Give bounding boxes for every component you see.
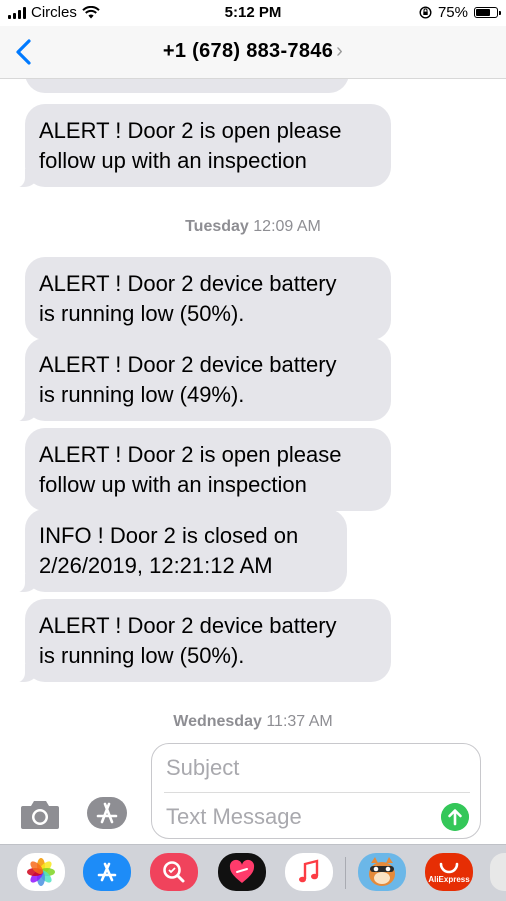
- aliexpress-label: AliExpress: [428, 875, 470, 884]
- aliexpress-app-icon[interactable]: AliExpress: [425, 853, 473, 891]
- message-text: ALERT ! Door 2 device battery is running…: [39, 613, 337, 668]
- battery-group: 75%: [419, 4, 501, 21]
- timestamp-day: Wednesday: [173, 713, 262, 730]
- message-bubble[interactable]: INFO ! Door 2 is closed on 2/26/2019, 12…: [14, 509, 347, 593]
- camera-icon[interactable]: [20, 798, 60, 830]
- message-bubble[interactable]: ALERT ! Door 2 is open please follow up …: [14, 104, 391, 188]
- chevron-right-icon: ›: [336, 40, 344, 62]
- conversation-header: +1 (678) 883-7846 ›: [0, 26, 506, 79]
- timestamp-day: Tuesday: [185, 218, 249, 235]
- message-text: ALERT ! Door 2 is open please follow up …: [39, 442, 342, 497]
- message-bubble[interactable]: ALERT ! Door 2 device battery is running…: [25, 257, 391, 340]
- app-store-app-icon[interactable]: [83, 853, 131, 891]
- music-app-icon[interactable]: [285, 853, 333, 891]
- message-text: INFO ! Door 2 is closed on 2/26/2019, 12…: [39, 523, 299, 578]
- contact-name[interactable]: +1 (678) 883-7846 ›: [0, 40, 506, 63]
- timestamp: Tuesday 12:09 AM: [0, 218, 506, 236]
- timestamp: Wednesday 11:37 AM: [0, 713, 506, 731]
- status-bar: Circles 5:12 PM 75%: [0, 0, 506, 26]
- subject-input[interactable]: Subject: [166, 755, 239, 781]
- dock-divider: [345, 857, 346, 889]
- send-arrow-icon[interactable]: [441, 803, 469, 831]
- photos-app-icon[interactable]: [17, 853, 65, 891]
- partial-app-icon[interactable]: [490, 853, 506, 891]
- battery-percent: 75%: [437, 4, 468, 21]
- message-bubble-partial: [25, 79, 349, 93]
- message-text: ALERT ! Door 2 device battery is running…: [39, 271, 337, 326]
- orientation-lock-icon: [419, 6, 432, 19]
- message-bubble[interactable]: ALERT ! Door 2 device battery is running…: [14, 338, 391, 422]
- game-character-app-icon[interactable]: [358, 853, 406, 891]
- compose-divider: [164, 792, 470, 793]
- message-input[interactable]: Text Message: [166, 804, 302, 830]
- message-text: ALERT ! Door 2 is open please follow up …: [39, 118, 342, 173]
- message-text: ALERT ! Door 2 device battery is running…: [39, 352, 337, 407]
- image-search-app-icon[interactable]: [150, 853, 198, 891]
- battery-icon: [474, 7, 501, 18]
- message-thread[interactable]: ALERT ! Door 2 is open please follow up …: [0, 79, 506, 739]
- message-bubble[interactable]: ALERT ! Door 2 device battery is running…: [14, 599, 391, 683]
- heart-app-icon[interactable]: [218, 853, 266, 891]
- composer-bar: Subject Text Message: [0, 740, 506, 844]
- app-drawer: AliExpress: [0, 844, 506, 901]
- compose-field[interactable]: Subject Text Message: [151, 743, 481, 839]
- timestamp-time: 11:37 AM: [266, 713, 333, 730]
- message-bubble[interactable]: ALERT ! Door 2 is open please follow up …: [25, 428, 391, 511]
- timestamp-time: 12:09 AM: [253, 218, 321, 235]
- app-store-icon[interactable]: [86, 796, 128, 830]
- contact-number[interactable]: +1 (678) 883-7846: [163, 40, 333, 62]
